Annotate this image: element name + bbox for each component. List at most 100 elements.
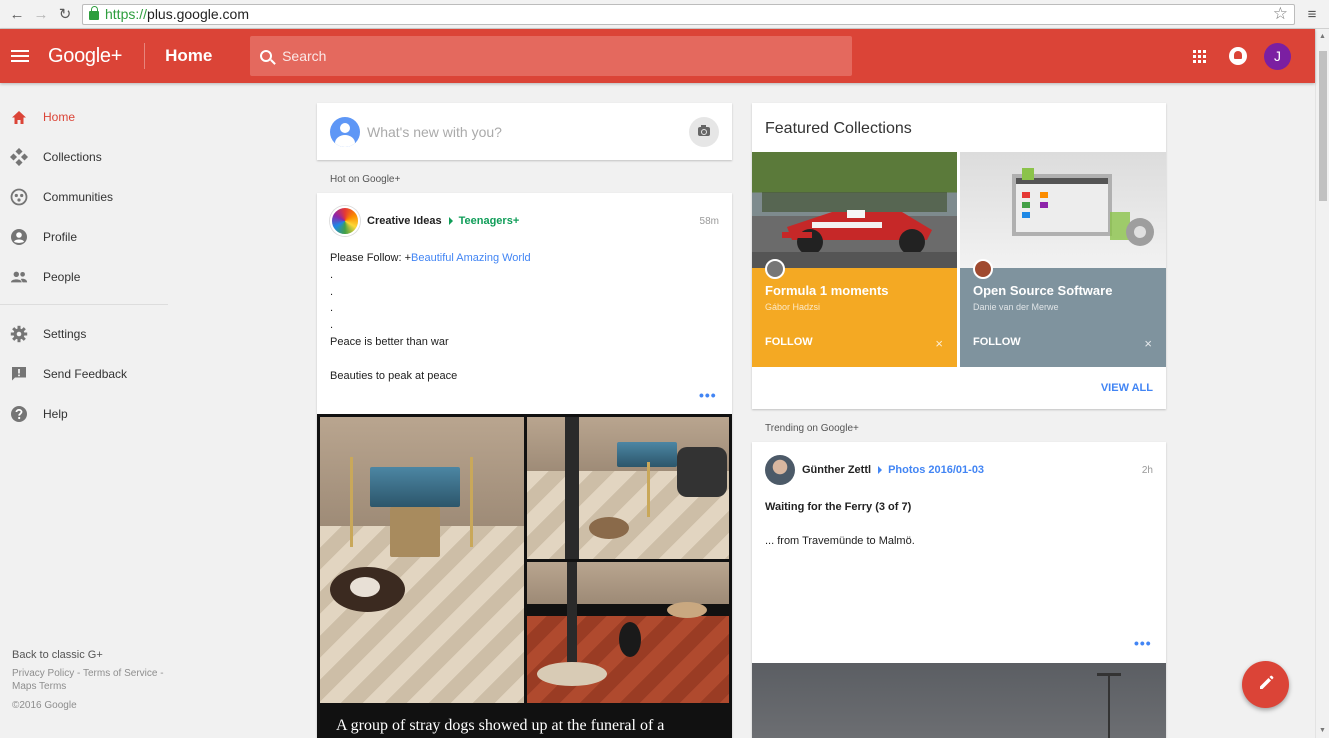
url-protocol: https:// [105,6,148,22]
apps-grid-icon[interactable] [1193,49,1206,63]
collage-photo-3[interactable] [527,562,729,703]
follow-button[interactable]: FOLLOW [973,336,1021,348]
sidebar-divider [0,304,168,305]
page-title: Home [165,46,213,65]
search-placeholder: Search [282,48,327,64]
sidebar-item-label: Settings [43,327,87,341]
sidebar-item-label: Collections [43,150,102,164]
beautiful-amazing-world-link[interactable]: Beautiful Amazing World [411,252,531,264]
sidebar-item-label: Send Feedback [43,367,128,381]
collection-name[interactable]: Formula 1 moments [765,283,889,298]
post-line: ... from Travemünde to Malmö. [765,534,915,547]
collection-name[interactable]: Open Source Software [973,283,1112,298]
menu-icon[interactable]: ≡ [1301,6,1323,23]
add-photo-button[interactable] [689,116,719,147]
sidebar-item-communities[interactable]: Communities [0,177,168,217]
feedback-icon [10,365,28,383]
account-avatar[interactable]: J [1264,42,1291,70]
trending-post-card: Günther Zettl Photos 2016/01-03 2h Waiti… [752,442,1166,738]
sidebar-item-settings[interactable]: Settings [0,314,168,354]
sidebar-item-profile[interactable]: Profile [0,217,168,257]
sidebar-item-home[interactable]: Home [0,97,168,137]
collage-photo-2[interactable] [527,417,729,559]
sidebar-footer: Back to classic G+ Privacy Policy - Term… [12,649,164,711]
sidebar-item-help[interactable]: Help [0,394,168,434]
collection-owner[interactable]: Danie van der Merwe [973,302,1059,312]
hamburger-menu-icon[interactable] [11,50,29,62]
more-options-icon[interactable]: ••• [699,387,717,403]
arrow-right-icon [878,466,883,474]
post-dot: . [330,319,334,332]
forward-arrow-icon[interactable]: → [30,3,52,25]
more-options-icon[interactable]: ••• [1134,635,1152,651]
post-collection-link[interactable]: Teenagers+ [459,215,520,227]
search-icon [260,50,273,62]
post-line: Beauties to peak at peace [330,369,458,382]
collection-tile-formula-1[interactable]: Formula 1 moments Gábor Hadzsi FOLLOW × [752,152,957,367]
scroll-up-arrow-icon[interactable]: ▲ [1319,33,1326,40]
post-timestamp[interactable]: 2h [1142,465,1153,476]
page-scrollbar[interactable]: ▲ ▼ [1315,29,1329,738]
google-plus-logo[interactable]: Google+ [48,45,122,68]
author-avatar[interactable] [765,455,795,485]
reload-icon[interactable]: ↻ [54,3,76,25]
back-arrow-icon[interactable]: ← [6,3,28,25]
scroll-down-arrow-icon[interactable]: ▼ [1319,727,1326,734]
view-all-button[interactable]: VIEW ALL [1101,382,1153,394]
communities-icon [10,188,28,206]
hot-post-card: Creative Ideas Teenagers+ 58m Please Fol… [317,193,732,738]
collections-icon [10,148,28,166]
collection-owner-avatar [765,259,785,279]
settings-icon [10,325,28,343]
app-bar: Google+ Home Search J [0,29,1315,83]
sidebar-item-label: Help [43,407,68,421]
dismiss-icon[interactable]: × [1144,336,1152,351]
hot-section-label: Hot on Google+ [330,174,401,185]
arrow-right-icon [448,217,453,225]
collection-owner[interactable]: Gábor Hadzsi [765,302,820,312]
compose-fab-button[interactable] [1242,661,1289,708]
post-dot: . [330,268,334,281]
post-collection-link[interactable]: Photos 2016/01-03 [888,464,984,476]
star-icon[interactable]: ☆ [1273,4,1288,24]
notifications-bell-icon[interactable] [1229,47,1247,65]
post-composer[interactable]: What's new with you? [317,103,732,160]
home-icon [10,108,28,126]
dismiss-icon[interactable]: × [935,336,943,351]
maps-terms-link[interactable]: Maps Terms [12,681,66,692]
sidebar-item-collections[interactable]: Collections [0,137,168,177]
follow-button[interactable]: FOLLOW [765,336,813,348]
sidebar-item-label: People [43,270,81,284]
post-title: Waiting for the Ferry (3 of 7) [765,501,912,513]
post-author[interactable]: Creative Ideas [367,215,442,227]
trending-section-label: Trending on Google+ [765,423,859,434]
camera-icon [698,125,710,136]
search-input[interactable]: Search [250,36,853,76]
sidebar-item-send-feedback[interactable]: Send Feedback [0,354,168,394]
post-timestamp[interactable]: 58m [700,216,719,227]
post-photo-collage[interactable]: A group of stray dogs showed up at the f… [317,414,732,738]
profile-icon [10,228,28,246]
post-photo[interactable] [752,663,1166,738]
collection-tile-open-source[interactable]: Open Source Software Danie van der Merwe… [960,152,1166,367]
lamp-post-shape [1097,673,1121,738]
composer-prompt[interactable]: What's new with you? [367,124,689,140]
people-icon [10,268,28,286]
post-author[interactable]: Günther Zettl [802,464,871,476]
collection-info-band: Open Source Software Danie van der Merwe… [960,259,1166,367]
terms-of-service-link[interactable]: Terms of Service [83,668,157,679]
url-host: plus.google.com [147,6,249,22]
back-to-classic-link[interactable]: Back to classic G+ [12,649,164,662]
privacy-policy-link[interactable]: Privacy Policy [12,668,74,679]
featured-collections-title: Featured Collections [765,120,912,137]
sidebar-item-people[interactable]: People [0,257,168,297]
author-avatar[interactable] [330,206,360,236]
collage-photo-1[interactable] [320,417,524,703]
address-bar[interactable]: https://plus.google.com ☆ [82,3,1295,25]
edit-pencil-icon [1258,675,1274,694]
featured-collections-card: Featured Collections Formula 1 moments G… [752,103,1166,409]
post-dot: . [330,302,334,315]
user-avatar [330,116,360,147]
collection-cover-image [960,152,1166,268]
scrollbar-thumb[interactable] [1319,51,1327,201]
